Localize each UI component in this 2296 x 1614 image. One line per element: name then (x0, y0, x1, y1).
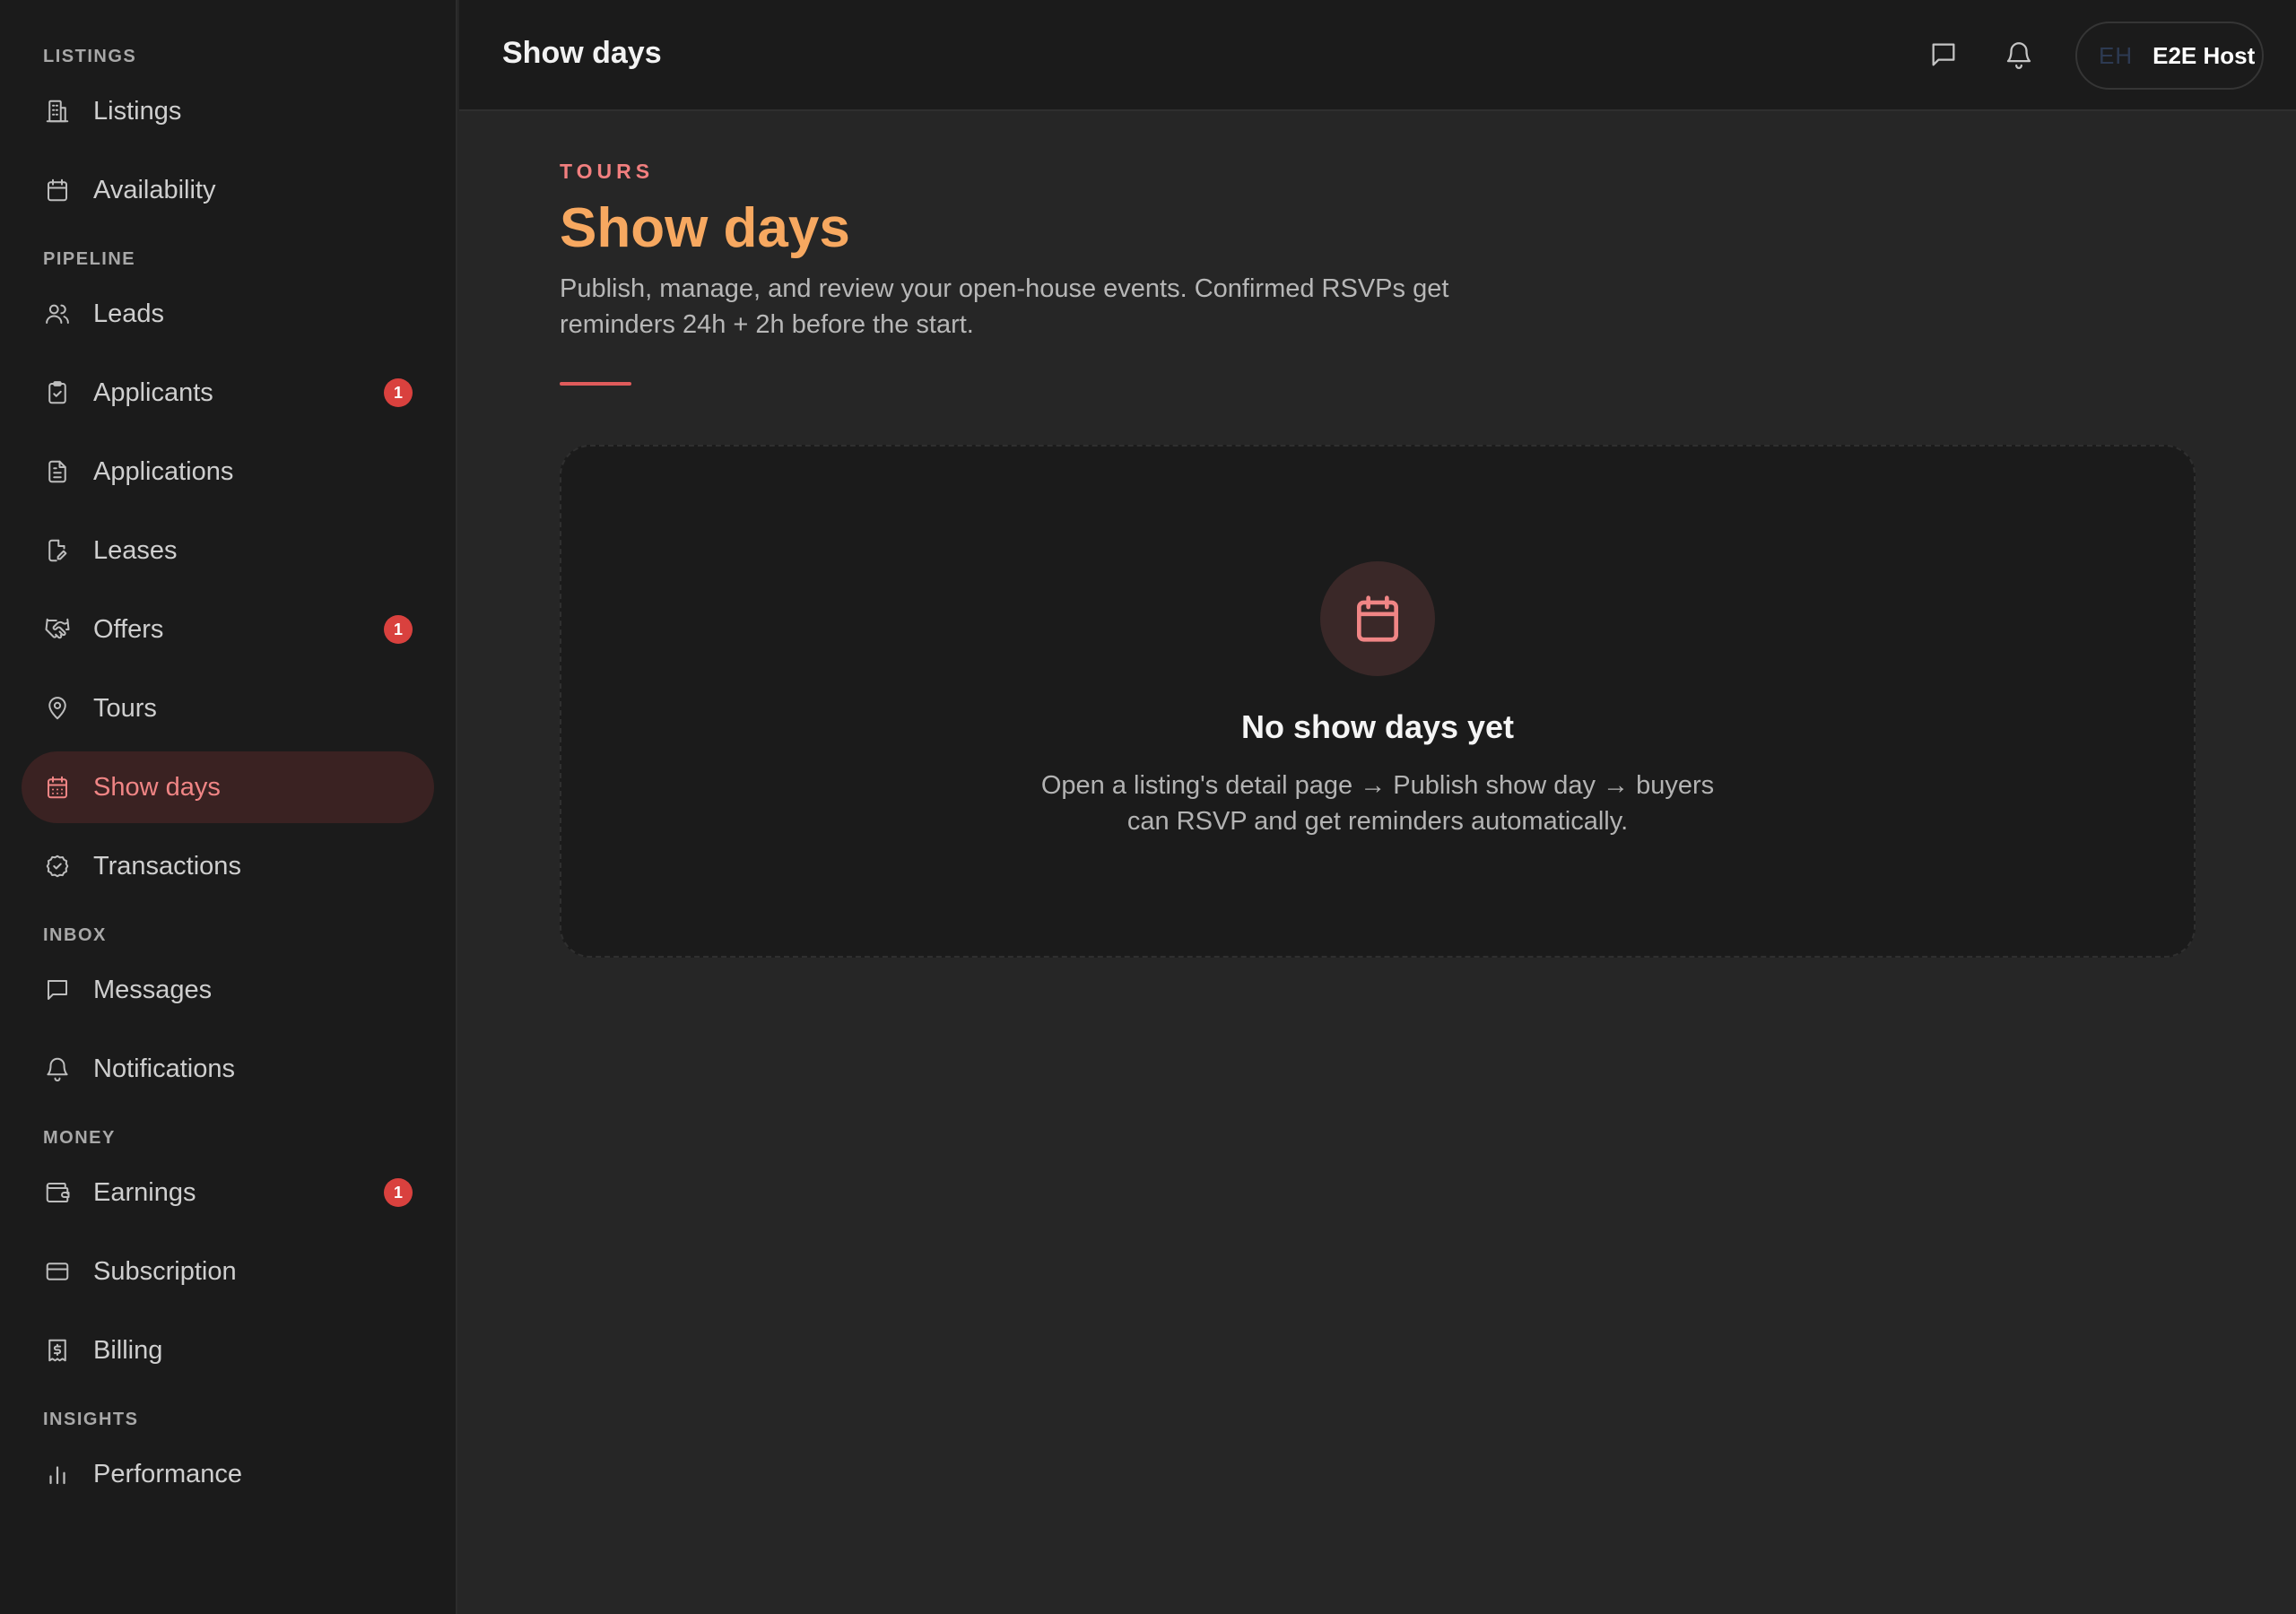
credit-card-icon (43, 1257, 72, 1286)
topbar-title: Show days (502, 36, 662, 70)
sidebar-item-performance[interactable]: Performance (22, 1438, 434, 1510)
page-description: Publish, manage, and review your open-ho… (560, 274, 1449, 339)
sidebar-item-availability[interactable]: Availability (22, 154, 434, 226)
sidebar: LISTINGS Listings Availability PIPELINE … (0, 0, 457, 1614)
handshake-icon (43, 615, 72, 644)
document-icon (43, 457, 72, 486)
bar-chart-icon (43, 1460, 72, 1488)
sidebar-item-label: Subscription (93, 1256, 237, 1286)
building-icon (43, 97, 72, 126)
users-icon (43, 299, 72, 328)
document-edit-icon (43, 536, 72, 565)
sidebar-item-notifications[interactable]: Notifications (22, 1033, 434, 1105)
sidebar-item-earnings[interactable]: Earnings 1 (22, 1157, 434, 1228)
sidebar-item-show-days[interactable]: Show days (22, 751, 434, 823)
count-badge: 1 (384, 378, 413, 407)
bell-icon[interactable] (2004, 39, 2036, 72)
sidebar-item-label: Leases (93, 535, 178, 565)
receipt-icon (43, 1336, 72, 1365)
topbar: Show days EH E2E Host (459, 0, 2296, 111)
sidebar-item-label: Transactions (93, 851, 241, 881)
sidebar-item-label: Messages (93, 975, 213, 1004)
count-badge: 1 (384, 1178, 413, 1207)
count-badge: 1 (384, 615, 413, 644)
calendar-icon (43, 176, 72, 204)
sidebar-item-label: Leads (93, 299, 165, 328)
sidebar-item-label: Show days (93, 772, 221, 802)
sidebar-item-label: Applicants (93, 377, 213, 407)
sidebar-item-applications[interactable]: Applications (22, 436, 434, 508)
sidebar-item-messages[interactable]: Messages (22, 954, 434, 1026)
message-icon[interactable] (1928, 39, 1961, 72)
sidebar-item-label: Availability (93, 175, 216, 204)
clipboard-check-icon (43, 378, 72, 407)
empty-state-title: No show days yet (1240, 708, 1515, 745)
sidebar-item-listings[interactable]: Listings (22, 75, 434, 147)
section-label-listings: LISTINGS (43, 47, 137, 66)
sidebar-item-leases[interactable]: Leases (22, 515, 434, 586)
sidebar-item-tours[interactable]: Tours (22, 672, 434, 744)
sidebar-item-label: Notifications (93, 1054, 235, 1083)
page-eyebrow: TOURS (560, 160, 655, 183)
sidebar-item-label: Offers (93, 614, 164, 644)
section-label-inbox: INBOX (43, 925, 107, 945)
user-menu-button[interactable]: EH E2E Host (2075, 22, 2264, 90)
sidebar-item-offers[interactable]: Offers 1 (22, 594, 434, 665)
calendar-days-icon (43, 773, 72, 802)
sidebar-item-label: Performance (93, 1459, 243, 1488)
sidebar-item-billing[interactable]: Billing (22, 1315, 434, 1386)
map-pin-icon (43, 694, 72, 723)
sidebar-item-label: Listings (93, 96, 182, 126)
main-content: TOURS Show days Publish, manage, and rev… (560, 111, 2196, 958)
accent-divider (560, 382, 631, 386)
section-label-pipeline: PIPELINE (43, 249, 136, 269)
avatar: EH (2099, 41, 2134, 69)
sidebar-item-label: Tours (93, 693, 157, 723)
page-title: Show days (560, 197, 850, 259)
calendar-icon (1320, 561, 1435, 676)
message-icon (43, 976, 72, 1004)
user-name: E2E Host (2152, 41, 2256, 69)
sidebar-item-subscription[interactable]: Subscription (22, 1236, 434, 1307)
sidebar-item-applicants[interactable]: Applicants 1 (22, 357, 434, 429)
empty-state-card: No show days yet Open a listing's detail… (560, 445, 2196, 958)
sidebar-item-label: Billing (93, 1335, 163, 1365)
bell-icon (43, 1054, 72, 1083)
sidebar-item-leads[interactable]: Leads (22, 278, 434, 350)
section-label-insights: INSIGHTS (43, 1410, 139, 1429)
check-circle-icon (43, 852, 72, 881)
empty-state-description: Open a listing's detail page → Publish s… (1040, 771, 1715, 836)
section-label-money: MONEY (43, 1128, 116, 1148)
sidebar-item-label: Earnings (93, 1177, 196, 1207)
sidebar-item-label: Applications (93, 456, 234, 486)
sidebar-item-transactions[interactable]: Transactions (22, 830, 434, 902)
wallet-icon (43, 1178, 72, 1207)
